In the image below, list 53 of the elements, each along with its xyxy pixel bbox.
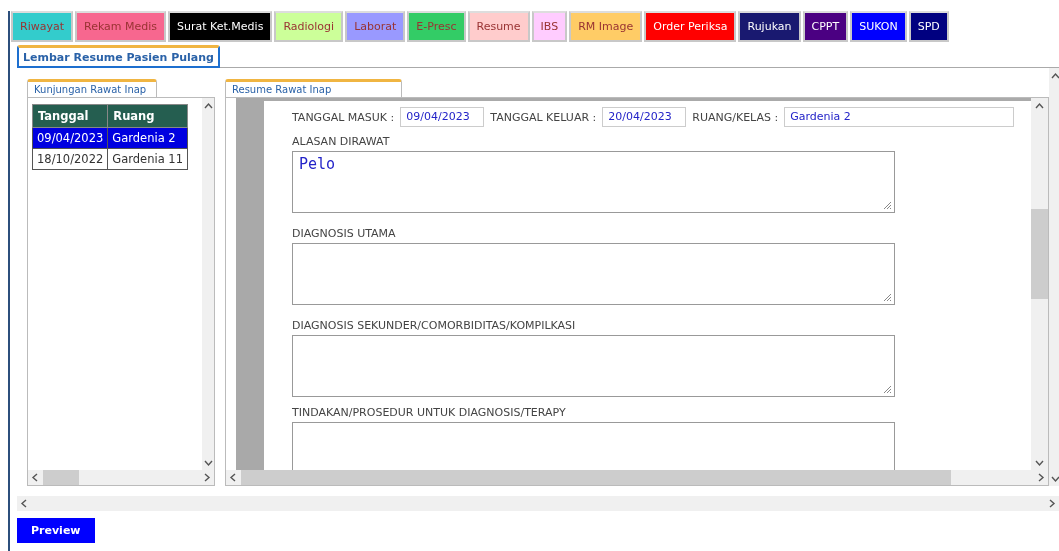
module-tab[interactable]: Order Periksa xyxy=(644,11,737,42)
panel-tab[interactable]: Resume Rawat Inap xyxy=(225,79,403,97)
module-tab[interactable]: Resume xyxy=(467,11,530,42)
scroll-right-icon[interactable] xyxy=(1047,499,1056,508)
table-cell[interactable]: 18/10/2022 xyxy=(32,148,108,170)
scroll-up-icon[interactable] xyxy=(1051,71,1059,80)
scroll-right-icon[interactable] xyxy=(1036,473,1045,482)
module-tab[interactable]: Radiologi xyxy=(274,11,344,42)
vertical-scrollbar[interactable] xyxy=(1031,98,1048,470)
text-area[interactable]: Pelo xyxy=(292,151,895,213)
preview-button[interactable]: Preview xyxy=(17,518,95,543)
field-label: RUANG/KELAS : xyxy=(692,110,779,124)
scroll-left-icon[interactable] xyxy=(31,473,40,482)
field-label: DIAGNOSIS SEKUNDER/COMORBIDITAS/KOMPILKASI xyxy=(292,319,577,332)
scrollbar-thumb[interactable] xyxy=(43,470,79,485)
column-header: Tanggal xyxy=(32,104,108,128)
scroll-up-icon[interactable] xyxy=(203,101,213,110)
scroll-down-icon[interactable] xyxy=(203,458,213,467)
field-label: DIAGNOSIS UTAMA xyxy=(292,227,397,240)
column-header: Ruang xyxy=(107,104,188,128)
vertical-scrollbar[interactable] xyxy=(202,98,214,470)
scroll-left-icon[interactable] xyxy=(229,473,238,482)
scroll-left-icon[interactable] xyxy=(20,499,29,508)
module-tab[interactable]: Rujukan xyxy=(738,11,801,42)
text-area[interactable] xyxy=(292,335,895,397)
field-label: TANGGAL KELUAR : xyxy=(490,110,597,124)
field-label: TANGGAL MASUK : xyxy=(292,110,395,124)
resize-grip-icon[interactable] xyxy=(882,200,892,210)
resize-grip-icon[interactable] xyxy=(882,292,892,302)
table-cell[interactable]: 09/04/2023 xyxy=(32,127,108,149)
module-tab[interactable]: E-Presc xyxy=(407,11,466,42)
module-tab[interactable]: RM Image xyxy=(569,11,643,42)
scrollbar-thumb[interactable] xyxy=(1031,209,1048,299)
text-area[interactable] xyxy=(292,243,895,305)
input-field[interactable]: 20/04/2023 xyxy=(602,107,687,127)
input-field[interactable]: Gardenia 2 xyxy=(784,107,1015,127)
field-label: ALASAN DIRAWAT xyxy=(292,135,391,148)
scroll-up-icon[interactable] xyxy=(1035,101,1044,110)
page-tab[interactable]: Lembar Resume Pasien Pulang xyxy=(17,45,220,68)
module-tab[interactable]: CPPT xyxy=(802,11,849,42)
module-tab[interactable]: SPD xyxy=(908,11,949,42)
scroll-right-icon[interactable] xyxy=(202,473,211,482)
horizontal-scrollbar[interactable] xyxy=(17,496,1059,511)
module-tab[interactable]: Surat Ket.Medis xyxy=(168,11,273,42)
field-label: TINDAKAN/PROSEDUR UNTUK DIAGNOSIS/TERAPY xyxy=(292,406,567,419)
input-field[interactable]: 09/04/2023 xyxy=(400,107,485,127)
vertical-scrollbar[interactable] xyxy=(1049,68,1059,486)
panel-tab[interactable]: Kunjungan Rawat Inap xyxy=(27,79,158,97)
horizontal-scrollbar[interactable] xyxy=(28,470,214,485)
module-tab[interactable]: SUKON xyxy=(850,11,907,42)
module-tab[interactable]: Riwayat xyxy=(11,11,73,42)
resize-grip-icon[interactable] xyxy=(882,384,892,394)
module-tab[interactable]: IBS xyxy=(531,11,568,42)
